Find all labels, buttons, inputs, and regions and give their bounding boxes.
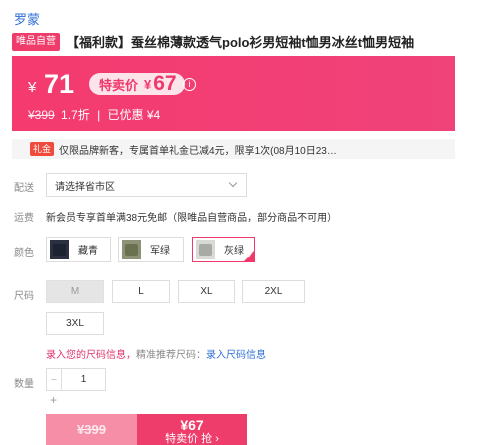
check-icon: ✓ [247,253,253,260]
price-currency: ¥ [28,79,37,96]
freight-text: 新会员专享首单满38元免邮（限唯品自营商品，部分商品不可用） [46,213,338,224]
buy-original-price[interactable]: ¥399 [46,414,137,445]
quantity-minus-button[interactable]: − [47,369,62,390]
gray-green-shirt-thumbnail-icon [196,240,215,259]
special-price-currency: ¥ [144,76,152,92]
price-panel: ¥ 71 特卖价 ¥ 67 i ¥399 1.7折 | 已优惠 ¥4 [12,56,455,131]
size-option-xl[interactable]: XL [178,280,235,303]
saved-amount: 已优惠 ¥4 [107,108,161,122]
special-price-pill: 特卖价 ¥ 67 [89,72,185,95]
special-price-label: 特卖价 [99,77,139,93]
title-row: 唯品自营 【福利款】蚕丝棉薄款透气polo衫男短袖t恤男冰丝t恤男短袖 [12,32,414,51]
navy-shirt-thumbnail-icon [50,240,69,259]
buy-bar: ¥399 ¥67 特卖价 抢 › [46,414,247,445]
size-label: 尺码 [14,291,34,302]
discount-rate: 1.7折 [61,108,90,122]
size-hint-gray: 精准推荐尺码： [136,350,206,361]
color-option-label: 藏青 [78,246,98,257]
special-price-value: 67 [153,72,177,95]
quantity-stepper: − 1 [46,368,106,391]
buy-now-button[interactable]: ¥67 特卖价 抢 › [137,414,247,445]
size-option-l[interactable]: L [112,280,170,303]
color-label: 颜色 [14,248,34,259]
enter-size-link[interactable]: 录入尺码信息 [206,350,266,361]
color-option-gray-green[interactable]: 灰绿 ✓ [192,237,255,262]
info-icon[interactable]: i [183,78,196,91]
color-option-label: 灰绿 [224,246,244,257]
color-option-navy[interactable]: 藏青 [46,237,111,262]
size-hint-pink: 录入您的尺码信息， [46,350,136,361]
region-select-value: 请选择省市区 [55,181,115,193]
quantity-value[interactable]: 1 [62,369,105,390]
product-title: 【福利款】蚕丝棉薄款透气polo衫男短袖t恤男冰丝t恤男短袖 [66,35,415,50]
size-hint: 录入您的尺码信息，精准推荐尺码：录入尺码信息 [46,346,266,361]
original-price: ¥399 [28,108,55,122]
vip-self-operated-tag: 唯品自营 [12,32,60,51]
coupon-row[interactable]: 礼金 仅限品牌新客，专属首单礼金已减4元，限享1次(08月10日23… [12,139,455,159]
freight-label: 运费 [14,213,34,224]
coupon-text: 仅限品牌新客，专属首单礼金已减4元，限享1次(08月10日23… [59,145,337,157]
gift-money-badge: 礼金 [30,142,55,156]
size-option-m: M [46,280,104,303]
color-option-army-green[interactable]: 军绿 [118,237,184,262]
brand-link[interactable]: 罗蒙 [14,9,40,28]
size-option-3xl[interactable]: 3XL [46,312,104,335]
quantity-plus-button[interactable]: + [50,393,57,407]
buy-label: 特卖价 抢 › [165,433,219,445]
size-option-2xl[interactable]: 2XL [242,280,305,303]
army-green-shirt-thumbnail-icon [122,240,141,259]
price-detail-line: ¥399 1.7折 | 已优惠 ¥4 [28,106,160,123]
quantity-label: 数量 [14,379,34,390]
color-option-label: 军绿 [150,246,170,257]
divider: | [97,108,101,122]
current-price: 71 [44,69,75,99]
chevron-down-icon [228,178,238,188]
delivery-label: 配送 [14,183,34,194]
buy-price: ¥67 [180,417,204,433]
region-select[interactable]: 请选择省市区 [46,173,247,197]
